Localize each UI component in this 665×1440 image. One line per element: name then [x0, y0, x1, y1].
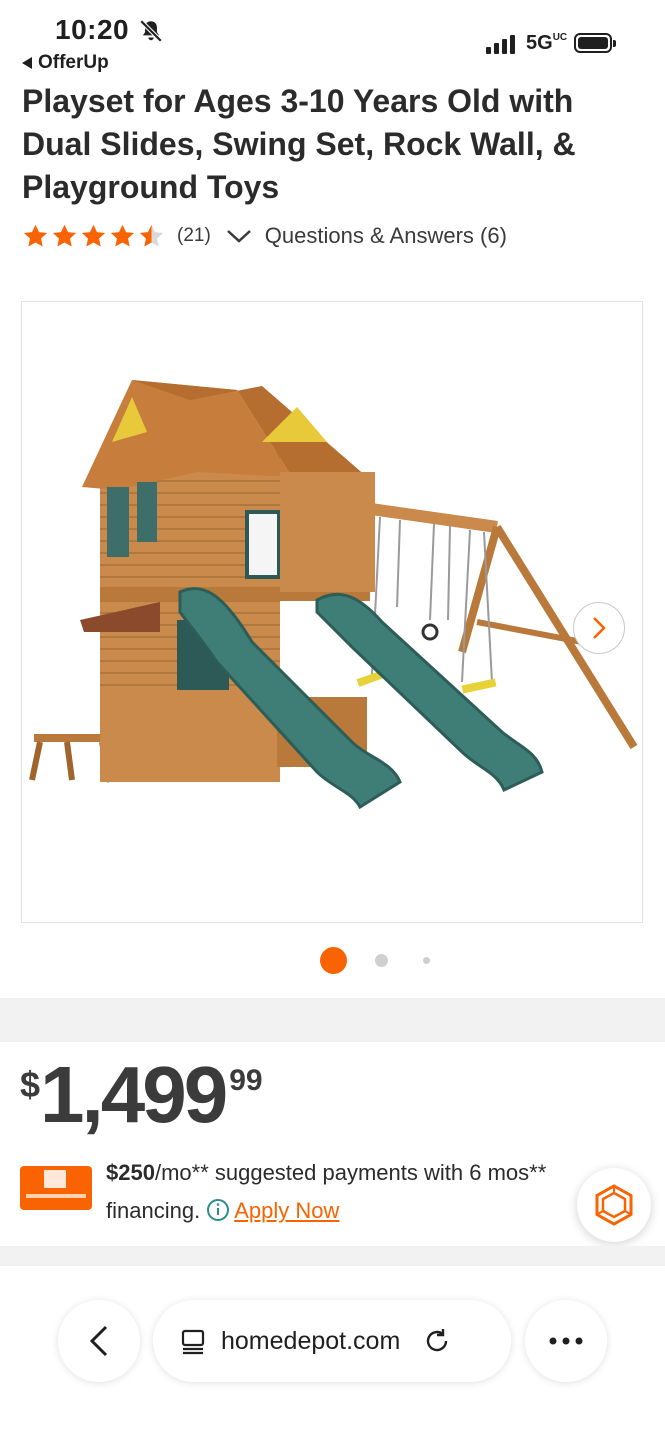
- page-dot[interactable]: [375, 954, 388, 967]
- chevron-right-icon: [593, 617, 606, 639]
- url-text: homedepot.com: [221, 1326, 401, 1355]
- page-dot[interactable]: [423, 957, 430, 964]
- gallery-pagination: [0, 946, 665, 974]
- star-rating[interactable]: [22, 223, 165, 250]
- site-settings-icon[interactable]: [179, 1327, 207, 1355]
- questions-answers-link[interactable]: Questions & Answers (6): [265, 223, 507, 249]
- signal-icon: [486, 34, 515, 54]
- network-label: 5GUC: [526, 32, 568, 54]
- gallery-next-button[interactable]: [573, 602, 625, 654]
- star-full-icon: [52, 224, 77, 247]
- rating-count[interactable]: (21): [177, 225, 211, 247]
- section-divider: [0, 1246, 665, 1266]
- price-whole: 1,499: [40, 1050, 228, 1139]
- reload-icon[interactable]: [422, 1326, 452, 1356]
- credit-card-image: [20, 1166, 92, 1210]
- info-icon[interactable]: [206, 1198, 230, 1222]
- bell-muted-icon: [139, 19, 163, 43]
- status-bar: 10:20 OfferUp 5GUC: [0, 0, 665, 80]
- chat-assistant-button[interactable]: [577, 1168, 651, 1242]
- page-dot-active[interactable]: [320, 947, 347, 974]
- address-bar[interactable]: homedepot.com: [153, 1300, 511, 1382]
- rating-row: (21) Questions & Answers (6): [22, 218, 507, 254]
- back-triangle-icon: [22, 57, 32, 69]
- star-full-icon: [23, 224, 48, 247]
- more-dots-icon: [549, 1337, 583, 1345]
- back-to-app-link[interactable]: OfferUp: [22, 52, 109, 74]
- financing-text-1: /mo** suggested payments with 6 mos**: [154, 1160, 547, 1185]
- clock: 10:20: [55, 14, 130, 45]
- apply-now-link[interactable]: Apply Now: [234, 1198, 339, 1223]
- back-app-label: OfferUp: [38, 52, 109, 73]
- monthly-payment: $250: [106, 1160, 155, 1185]
- more-options-button[interactable]: [525, 1300, 607, 1382]
- section-divider: [0, 998, 665, 1042]
- browser-back-button[interactable]: [58, 1300, 140, 1382]
- price-cents: 99: [229, 1064, 263, 1097]
- star-full-icon: [81, 224, 106, 247]
- product-image[interactable]: [21, 301, 643, 923]
- star-half-icon: [139, 224, 164, 247]
- battery-icon: [574, 33, 616, 53]
- price: $ 1,499 99: [20, 1052, 263, 1142]
- home-depot-logo: [44, 1170, 66, 1188]
- chevron-left-icon: [89, 1325, 108, 1357]
- financing-text-2: financing.: [106, 1198, 201, 1223]
- star-full-icon: [110, 224, 135, 247]
- product-title: Playset for Ages 3-10 Years Old with Dua…: [22, 83, 576, 205]
- hexagon-logo-icon: [595, 1184, 633, 1226]
- financing-offer: $250/mo** suggested payments with 6 mos*…: [106, 1154, 606, 1230]
- price-currency: $: [20, 1064, 41, 1105]
- chevron-down-icon[interactable]: [225, 226, 253, 246]
- playset-illustration: [29, 380, 638, 810]
